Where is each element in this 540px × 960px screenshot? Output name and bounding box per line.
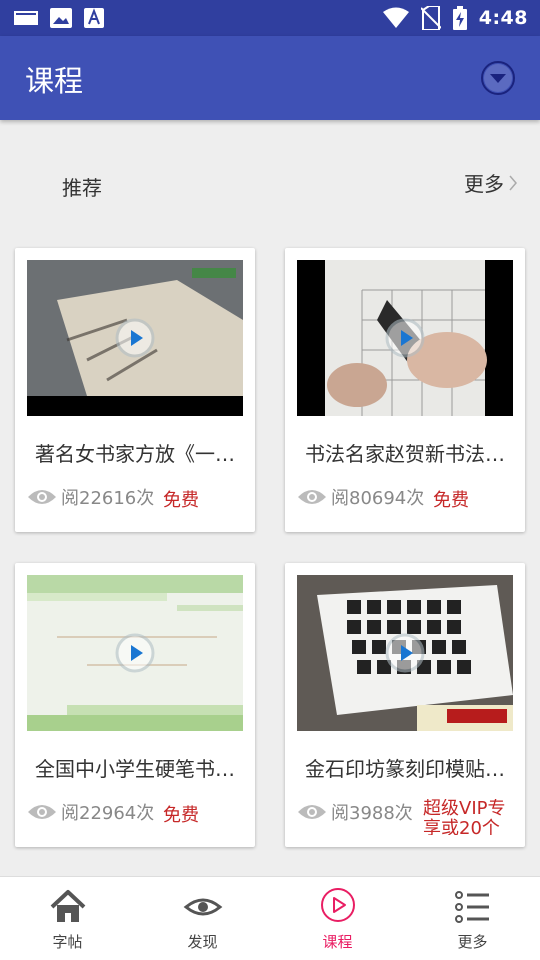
view-count-label: 阅22616次 bbox=[61, 488, 155, 509]
font-icon bbox=[84, 8, 104, 28]
nav-label: 字帖 bbox=[52, 933, 83, 951]
bottom-nav: 字帖 发现 课程 更多 bbox=[0, 876, 540, 960]
no-sim-icon bbox=[420, 6, 441, 30]
price-label: 超级VIP专享或20个 bbox=[423, 799, 506, 835]
view-count-label: 阅3988次 bbox=[331, 803, 413, 824]
price-label: 免费 bbox=[163, 490, 199, 511]
course-thumbnail bbox=[27, 260, 243, 416]
price-label: 免费 bbox=[433, 490, 469, 511]
course-title: 书法名家赵贺新书法… bbox=[305, 442, 505, 466]
course-card[interactable]: 全国中小学生硬笔书… 阅22964次 免费 bbox=[15, 563, 255, 847]
nav-label: 课程 bbox=[322, 933, 353, 951]
section-title: 推荐 bbox=[62, 176, 102, 200]
eye-icon bbox=[183, 898, 222, 916]
status-bar: 4:48 bbox=[0, 0, 540, 36]
more-label: 更多 bbox=[464, 172, 504, 196]
play-circle-icon bbox=[320, 888, 355, 922]
image-icon bbox=[50, 8, 72, 28]
course-title: 全国中小学生硬笔书… bbox=[35, 757, 235, 781]
course-card[interactable]: 著名女书家方放《一… 阅22616次 免费 bbox=[15, 248, 255, 532]
nav-item-courses[interactable]: 课程 bbox=[270, 877, 405, 960]
course-title: 著名女书家方放《一… bbox=[35, 442, 235, 466]
view-count: 阅22964次 bbox=[27, 799, 154, 825]
view-count-label: 阅80694次 bbox=[331, 488, 425, 509]
play-icon[interactable] bbox=[115, 633, 155, 673]
eye-icon bbox=[298, 805, 326, 819]
course-card[interactable]: 书法名家赵贺新书法… 阅80694次 免费 bbox=[285, 248, 525, 532]
eye-icon bbox=[28, 490, 56, 504]
notification-icon bbox=[14, 11, 38, 25]
view-count: 阅3988次 bbox=[297, 799, 413, 825]
nav-label: 发现 bbox=[187, 933, 218, 951]
more-link[interactable]: 更多 bbox=[464, 168, 518, 197]
page-title: 课程 bbox=[25, 64, 84, 98]
course-thumbnail bbox=[297, 575, 513, 731]
eye-icon bbox=[298, 490, 326, 504]
chevron-right-icon bbox=[509, 175, 517, 190]
status-time: 4:48 bbox=[478, 7, 528, 29]
battery-charging-icon bbox=[452, 6, 467, 30]
nav-item-discover[interactable]: 发现 bbox=[135, 877, 270, 960]
list-icon bbox=[454, 891, 489, 923]
course-title: 金石印坊篆刻印模贴… bbox=[305, 757, 505, 781]
app-bar: 课程 bbox=[0, 36, 540, 120]
nav-item-copybook[interactable]: 字帖 bbox=[0, 877, 135, 960]
price-label: 免费 bbox=[163, 805, 199, 826]
wifi-icon bbox=[382, 7, 409, 28]
nav-label: 更多 bbox=[457, 933, 488, 951]
play-icon[interactable] bbox=[385, 633, 425, 673]
play-icon[interactable] bbox=[115, 318, 155, 358]
course-thumbnail bbox=[297, 260, 513, 416]
chevron-down-circle-icon[interactable] bbox=[480, 60, 516, 96]
nav-item-more[interactable]: 更多 bbox=[405, 877, 540, 960]
home-icon bbox=[50, 890, 85, 922]
play-icon[interactable] bbox=[385, 318, 425, 358]
view-count-label: 阅22964次 bbox=[61, 803, 155, 824]
eye-icon bbox=[28, 805, 56, 819]
course-card[interactable]: 金石印坊篆刻印模贴… 阅3988次 超级VIP专享或20个 bbox=[285, 563, 525, 847]
view-count: 阅80694次 bbox=[297, 484, 424, 510]
view-count: 阅22616次 bbox=[27, 484, 154, 510]
course-thumbnail bbox=[27, 575, 243, 731]
